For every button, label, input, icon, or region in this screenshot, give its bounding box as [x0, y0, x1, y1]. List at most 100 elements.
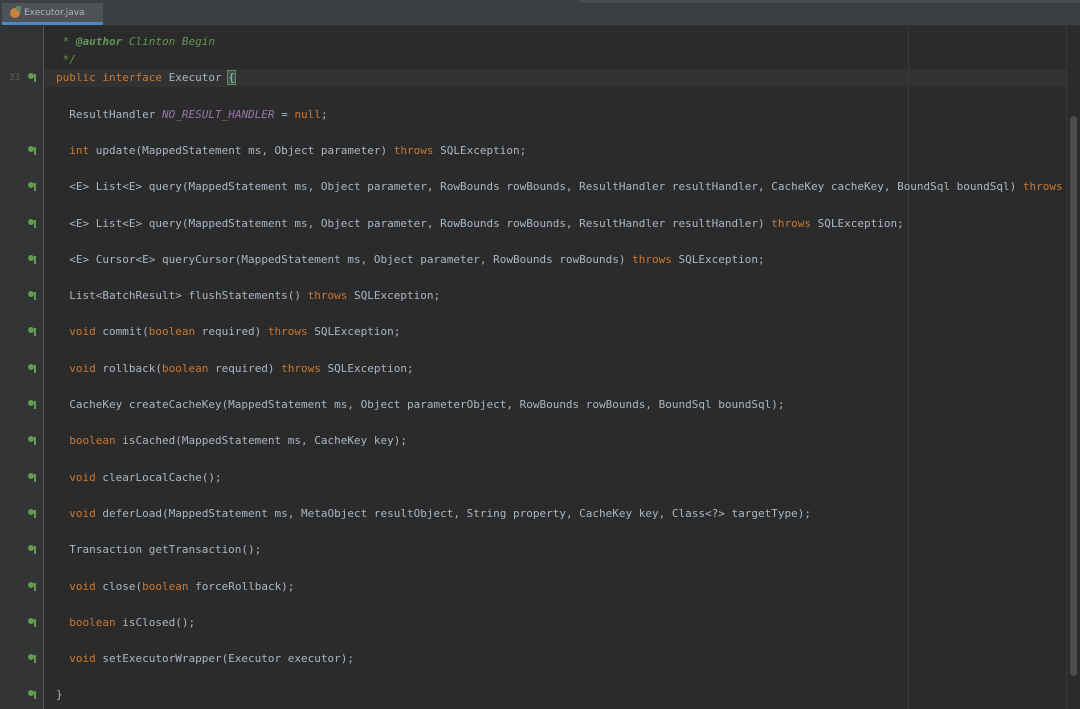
gutter-line [0, 650, 44, 668]
gutter-line [0, 196, 44, 214]
implemented-method-icon[interactable] [28, 182, 37, 192]
code-token: boolean [142, 579, 196, 593]
gutter-line [0, 668, 44, 686]
tab-label: Executor.java [24, 7, 85, 18]
code-line: boolean isCached(MappedStatement ms, Cac… [56, 432, 407, 450]
gutter-line [0, 251, 44, 269]
gutter-line [0, 124, 44, 142]
code-token: Executor [168, 71, 229, 85]
gutter-line [0, 559, 44, 577]
editor-tab-bar: Executor.java [0, 0, 1080, 26]
implemented-method-icon[interactable] [28, 400, 37, 410]
gutter-line [0, 578, 44, 596]
code-token: ResultHandler [56, 107, 162, 121]
code-token: void [56, 652, 103, 666]
code-token: SQLException; [327, 361, 414, 375]
implemented-method-icon[interactable] [28, 327, 37, 337]
text-caret [234, 71, 236, 85]
gutter-line [0, 160, 44, 178]
implemented-method-icon[interactable] [28, 73, 37, 83]
gutter-line: 33 [0, 69, 44, 87]
code-token: Clinton Begin [122, 35, 215, 48]
gutter-line [0, 705, 44, 709]
code-token: @author [75, 35, 123, 48]
code-token: boolean [56, 434, 123, 448]
line-number-gutter[interactable]: 33 [0, 26, 44, 709]
code-token: throws [771, 216, 818, 230]
code-token: void [56, 325, 103, 339]
code-token: throws [267, 325, 315, 339]
code-line: } [56, 686, 63, 704]
gutter-line [0, 106, 44, 124]
tab-executor-java[interactable]: Executor.java [2, 3, 103, 25]
code-token: null [294, 107, 321, 121]
gutter-line [0, 360, 44, 378]
gutter-line [0, 523, 44, 541]
code-token: clearLocalCache(); [102, 470, 222, 484]
implemented-method-icon[interactable] [28, 508, 37, 519]
implemented-method-icon[interactable] [28, 436, 37, 446]
code-line: void rollback(boolean required) throws S… [56, 360, 414, 378]
implemented-method-icon[interactable] [28, 363, 37, 374]
code-token: SQLException; [678, 252, 765, 266]
gutter-line [0, 215, 44, 233]
gutter-line [0, 142, 44, 160]
code-token: throws [281, 361, 328, 375]
code-token: void [56, 470, 103, 484]
implemented-method-icon[interactable] [28, 654, 37, 664]
code-line: void setExecutorWrapper(Executor executo… [56, 650, 354, 668]
code-token: setExecutorWrapper(Executor executor); [102, 652, 355, 666]
scrollbar-thumb[interactable] [1070, 116, 1077, 676]
code-line: void commit(boolean required) throws SQL… [56, 323, 400, 341]
code-token: commit( [102, 325, 149, 339]
implemented-method-icon[interactable] [28, 218, 37, 229]
gutter-line [0, 178, 44, 196]
code-token: * [56, 35, 76, 48]
implemented-method-icon[interactable] [28, 690, 37, 700]
implemented-method-icon[interactable] [28, 145, 37, 156]
gutter-line [0, 414, 44, 432]
implemented-method-icon[interactable] [28, 581, 37, 592]
implemented-method-icon[interactable] [28, 545, 37, 555]
code-token: SQLException; [817, 216, 904, 230]
gutter-line [0, 469, 44, 487]
vertical-scrollbar[interactable] [1066, 26, 1080, 709]
implemented-method-icon[interactable] [28, 291, 37, 301]
implemented-method-icon[interactable] [28, 472, 37, 483]
gutter-line [0, 51, 44, 69]
gutter-line [0, 614, 44, 632]
gutter-line [0, 686, 44, 704]
code-token: Transaction getTransaction(); [56, 543, 262, 557]
code-token: close( [102, 579, 143, 593]
code-line: int update(MappedStatement ms, Object pa… [56, 142, 526, 160]
code-token: boolean [56, 615, 123, 629]
code-line: List<BatchResult> flushStatements() thro… [56, 287, 440, 305]
code-editor[interactable]: * @author Clinton Begin */ public interfa… [44, 26, 1066, 709]
gutter-line [0, 378, 44, 396]
code-token: rollback( [102, 361, 162, 375]
code-token: throws [1022, 180, 1066, 194]
code-token: <E> List<E> query(MappedStatement ms, Ob… [56, 216, 772, 230]
code-line: <E> List<E> query(MappedStatement ms, Ob… [56, 178, 1066, 196]
code-token: NO_RESULT_HANDLER [161, 107, 275, 121]
code-token: required) [214, 361, 282, 375]
code-token: boolean [148, 325, 202, 339]
code-token: throws [632, 252, 679, 266]
code-token: { [227, 70, 236, 86]
code-token: public interface [56, 71, 169, 85]
code-token: boolean [161, 361, 215, 375]
code-token: deferLoad(MappedStatement ms, MetaObject… [102, 506, 811, 520]
code-line: void close(boolean forceRollback); [56, 578, 294, 596]
code-token: SQLException; [440, 143, 527, 157]
gutter-line [0, 323, 44, 341]
code-line: * @author Clinton Begin [56, 33, 215, 51]
implemented-method-icon[interactable] [28, 617, 37, 628]
code-token: void [56, 579, 103, 593]
code-token: isCached(MappedStatement ms, CacheKey ke… [122, 434, 408, 448]
code-line: Transaction getTransaction(); [56, 541, 261, 559]
implemented-method-icon[interactable] [28, 254, 37, 265]
code-token: SQLException; [314, 325, 401, 339]
code-token: void [56, 506, 103, 520]
code-line: */ [56, 51, 76, 69]
code-line: void clearLocalCache(); [56, 469, 222, 487]
